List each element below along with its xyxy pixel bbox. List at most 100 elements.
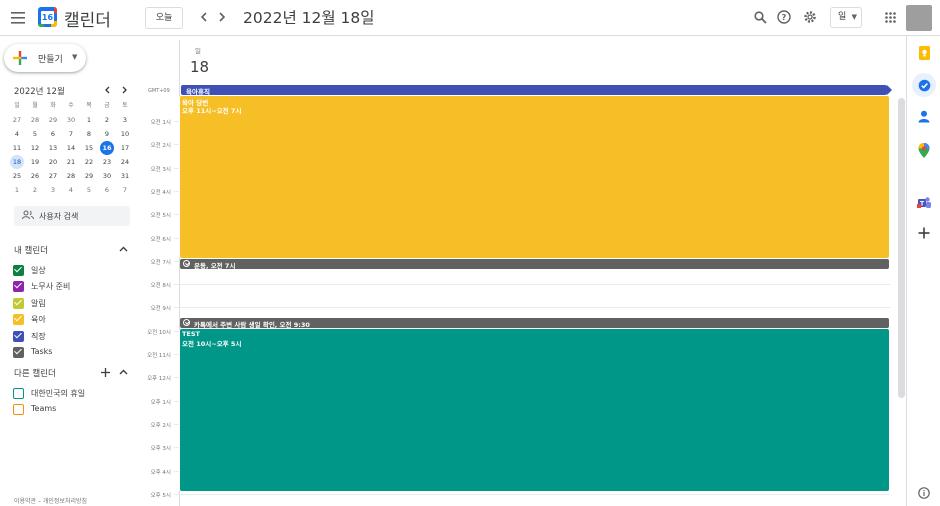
mini-calendar-day[interactable]: 3 <box>118 113 132 127</box>
search-icon[interactable] <box>752 9 768 25</box>
mini-calendar-day[interactable]: 17 <box>118 141 132 155</box>
mini-calendar-day[interactable]: 30 <box>100 169 114 183</box>
mini-calendar-day[interactable]: 12 <box>28 141 42 155</box>
task-check-icon <box>183 319 190 326</box>
mini-calendar-day[interactable]: 2 <box>100 113 114 127</box>
calendar-checkbox[interactable] <box>13 347 24 358</box>
mini-calendar-day[interactable]: 31 <box>118 169 132 183</box>
mini-calendar-day[interactable]: 1 <box>10 183 24 197</box>
mini-calendar-day[interactable]: 19 <box>28 155 42 169</box>
mini-calendar-day[interactable]: 30 <box>64 113 78 127</box>
calendar-checkbox[interactable] <box>13 314 24 326</box>
calendar-checkbox[interactable] <box>13 265 24 276</box>
help-icon[interactable]: ? <box>776 9 792 25</box>
mini-calendar-day[interactable]: 15 <box>82 141 96 155</box>
calendar-list-item[interactable]: 일상 <box>13 264 133 278</box>
contacts-icon[interactable] <box>915 107 933 125</box>
calendar-list-item[interactable]: 육아 <box>13 313 133 327</box>
calendar-list-item[interactable]: 노무사 준비 <box>13 280 133 294</box>
collapse-other-calendars-icon[interactable] <box>117 366 129 378</box>
calendar-checkbox[interactable] <box>13 388 24 399</box>
calendar-name: 일상 <box>31 266 46 275</box>
main-menu-icon[interactable] <box>8 8 28 28</box>
mini-calendar-day[interactable]: 25 <box>10 169 24 183</box>
calendar-checkbox[interactable] <box>13 297 24 309</box>
mini-calendar-day[interactable]: 29 <box>46 113 60 127</box>
mini-calendar-day[interactable]: 13 <box>46 141 60 155</box>
info-icon[interactable] <box>915 484 933 502</box>
allday-event[interactable]: 육아휴직 <box>181 85 892 96</box>
mini-calendar-day[interactable]: 26 <box>28 169 42 183</box>
mini-calendar-day[interactable]: 14 <box>64 141 78 155</box>
mini-calendar-day[interactable]: 6 <box>100 183 114 197</box>
event-childcare-duty[interactable]: 육아 당번 오후 11시~오전 7시 <box>179 95 890 259</box>
tasks-icon[interactable] <box>912 73 936 97</box>
mini-prev-month-icon[interactable] <box>101 84 113 96</box>
mini-calendar-day[interactable]: 8 <box>82 127 96 141</box>
calendar-list-item[interactable]: Teams <box>13 403 133 417</box>
mini-calendar-day[interactable]: 22 <box>82 155 96 169</box>
collapse-my-calendars-icon[interactable] <box>117 243 129 255</box>
terms-privacy-link[interactable]: 이용약관 – 개인정보처리방침 <box>14 496 87 505</box>
mini-calendar-day[interactable]: 9 <box>100 127 114 141</box>
mini-calendar-day[interactable]: 16 <box>100 141 114 155</box>
task-label: 운동, 오전 7시 <box>194 262 236 270</box>
task-exercise[interactable]: 운동, 오전 7시 <box>180 259 889 270</box>
event-test[interactable]: TEST 오전 10시~오후 5시 <box>179 328 890 492</box>
mini-calendar-day[interactable]: 24 <box>118 155 132 169</box>
teams-icon[interactable]: T <box>915 193 933 211</box>
mini-calendar-day[interactable]: 4 <box>10 127 24 141</box>
prev-day-icon[interactable] <box>196 9 212 25</box>
mini-calendar-day[interactable]: 7 <box>118 183 132 197</box>
mini-calendar-day[interactable]: 20 <box>46 155 60 169</box>
mini-calendar-day[interactable]: 5 <box>82 183 96 197</box>
calendar-list-item[interactable]: 대한민국의 휴일 <box>13 387 133 401</box>
add-icon[interactable] <box>915 224 933 242</box>
mini-calendar-day[interactable]: 10 <box>118 127 132 141</box>
grid-scrollbar[interactable] <box>898 98 905 398</box>
mini-calendar-day[interactable]: 28 <box>28 113 42 127</box>
mini-calendar-day[interactable]: 21 <box>64 155 78 169</box>
hour-label: 오전 9시 <box>150 306 171 313</box>
mini-calendar-day[interactable]: 1 <box>82 113 96 127</box>
calendar-checkbox[interactable] <box>13 281 24 293</box>
calendar-checkbox[interactable] <box>13 404 24 416</box>
allday-event-continues-indicator <box>887 85 892 95</box>
today-button[interactable]: 오늘 <box>145 7 183 29</box>
mini-next-month-icon[interactable] <box>119 84 131 96</box>
maps-icon[interactable] <box>915 141 933 159</box>
mini-weekday-label: 일 <box>14 102 20 109</box>
calendar-list-item[interactable]: 알림 <box>13 297 133 311</box>
hour-label: 오전 5시 <box>150 213 171 220</box>
view-selector[interactable]: 일 ▼ <box>830 7 862 28</box>
mini-weekday-label: 목 <box>86 102 92 109</box>
create-button[interactable]: 만들기 ▼ <box>4 44 86 72</box>
mini-calendar-day[interactable]: 6 <box>46 127 60 141</box>
mini-calendar-day[interactable]: 11 <box>10 141 24 155</box>
calendar-list-item[interactable]: 직장 <box>13 330 133 344</box>
apps-grid-icon[interactable] <box>882 9 898 25</box>
mini-calendar-day[interactable]: 4 <box>64 183 78 197</box>
task-birthday-check[interactable]: 카톡에서 주변 사람 생일 확인, 오전 9:30 <box>180 318 889 329</box>
calendar-list-item[interactable]: Tasks <box>13 346 133 360</box>
account-avatar[interactable] <box>906 5 932 31</box>
mini-calendar-day[interactable]: 7 <box>64 127 78 141</box>
day-header-date[interactable]: 18 <box>190 58 209 76</box>
mini-calendar-day[interactable]: 18 <box>10 155 24 169</box>
next-day-icon[interactable] <box>214 9 230 25</box>
mini-calendar-day[interactable]: 5 <box>28 127 42 141</box>
mini-calendar-day[interactable]: 3 <box>46 183 60 197</box>
settings-gear-icon[interactable] <box>802 9 818 25</box>
mini-calendar-day[interactable]: 29 <box>82 169 96 183</box>
keep-icon[interactable] <box>915 44 933 62</box>
side-panel-rail: T <box>906 36 940 506</box>
mini-calendar-day[interactable]: 27 <box>46 169 60 183</box>
mini-calendar-day[interactable]: 23 <box>100 155 114 169</box>
my-calendars-title: 내 캘린더 <box>14 246 48 256</box>
add-other-calendar-icon[interactable] <box>99 366 111 378</box>
mini-calendar-day[interactable]: 2 <box>28 183 42 197</box>
mini-calendar-day[interactable]: 28 <box>64 169 78 183</box>
calendar-checkbox[interactable] <box>13 330 24 342</box>
search-users-field[interactable]: 사용자 검색 <box>14 206 130 226</box>
mini-calendar-day[interactable]: 27 <box>10 113 24 127</box>
